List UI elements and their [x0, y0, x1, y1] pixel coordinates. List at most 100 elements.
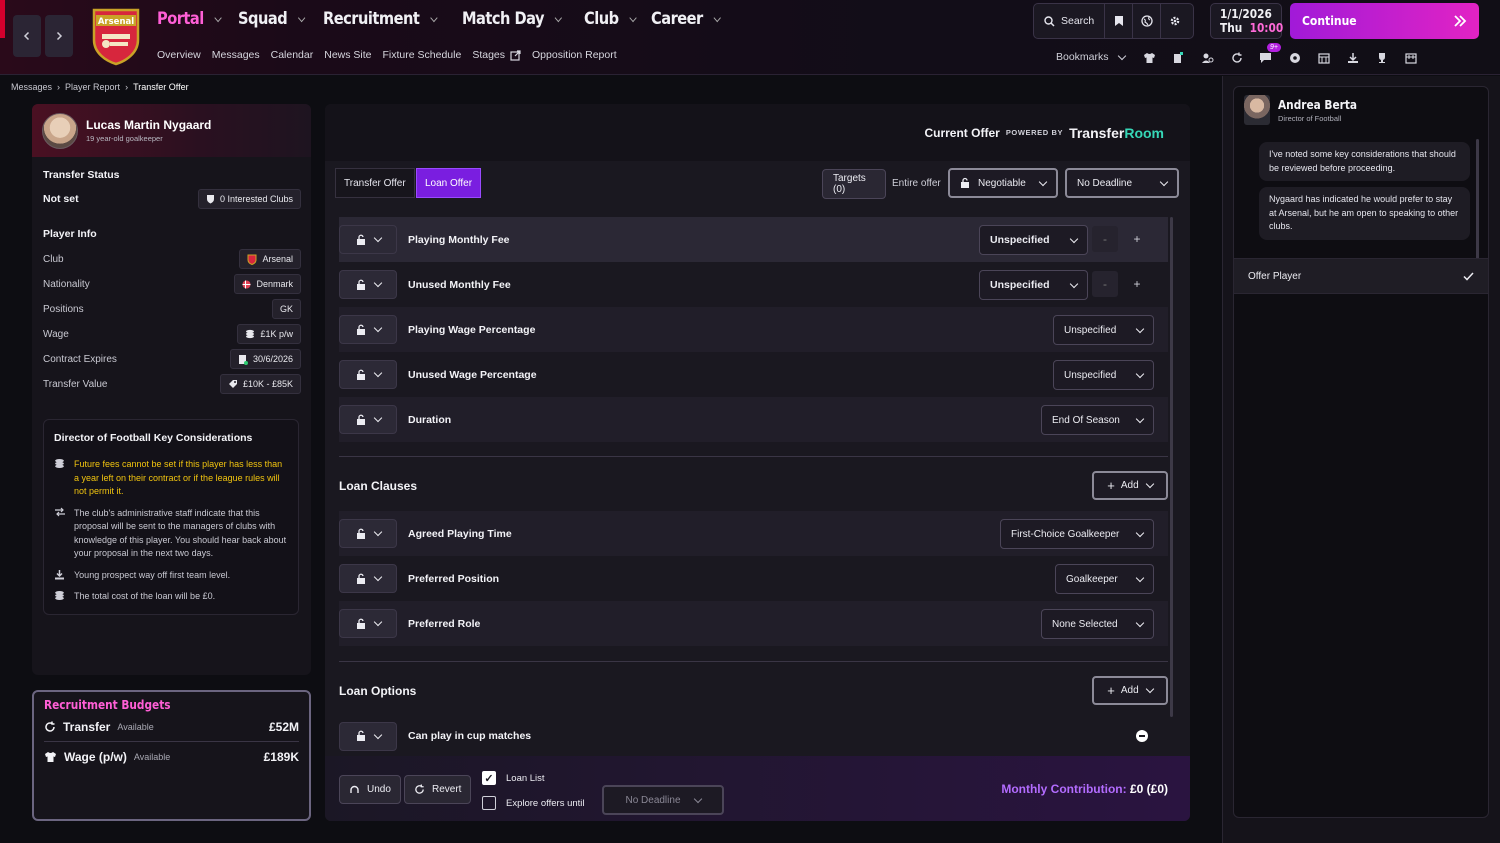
chat-scrollbar[interactable]	[1476, 139, 1479, 269]
recruitment-budgets: Recruitment Budgets Transfer Available £…	[32, 690, 311, 821]
consideration-item: The club's administrative staff indicate…	[54, 507, 288, 561]
shirt-icon[interactable]	[1140, 48, 1159, 67]
lock-toggle[interactable]	[339, 315, 397, 344]
term-label: Unused Wage Percentage	[408, 368, 537, 381]
minus-icon	[1139, 735, 1145, 737]
transfer-status-title-row: Transfer Status	[43, 169, 301, 181]
bookmark-toolbar-button[interactable]	[1105, 4, 1134, 38]
remove-option-button[interactable]	[1136, 730, 1148, 742]
revert-icon	[415, 784, 424, 794]
undo-button[interactable]: Undo	[339, 775, 401, 804]
player-subtitle: 19 year-old goalkeeper	[86, 134, 163, 143]
add-option-button[interactable]: + Add	[1092, 676, 1168, 705]
menu-label: Squad	[238, 9, 288, 29]
day-time: Thu 10:00	[1220, 21, 1283, 35]
clause-value-dropdown[interactable]: First-Choice Goalkeeper	[1000, 519, 1154, 549]
menu-match-day[interactable]: Match Day	[462, 9, 562, 29]
lock-toggle[interactable]	[339, 405, 397, 434]
decrement-button[interactable]: -	[1092, 271, 1118, 297]
lock-toggle[interactable]	[339, 270, 397, 299]
targets-button[interactable]: Targets (0)	[822, 169, 886, 199]
submenu-opposition-report[interactable]: Opposition Report	[532, 49, 617, 61]
term-row-playing-monthly-fee: Playing Monthly Fee Unspecified - +	[339, 217, 1168, 262]
submenu-overview[interactable]: Overview	[157, 49, 201, 61]
loan-list-checkbox[interactable]: ✓	[482, 771, 496, 785]
menu-career[interactable]: Career	[651, 9, 722, 29]
lock-toggle[interactable]	[339, 721, 397, 751]
club-color-edge	[0, 0, 5, 38]
option-label: Can play in cup matches	[408, 730, 532, 742]
explore-deadline-dropdown[interactable]: No Deadline	[602, 785, 724, 815]
transfer-budget-row: Transfer Available £52M	[44, 712, 299, 742]
clause-value-dropdown[interactable]: None Selected	[1041, 609, 1154, 639]
decrement-button[interactable]: -	[1092, 226, 1118, 252]
submenu-stages[interactable]: Stages	[472, 49, 521, 61]
dof-header[interactable]: Andrea Berta Director of Football	[1244, 95, 1368, 125]
lock-toggle[interactable]	[339, 609, 397, 638]
menu-portal[interactable]: Portal	[157, 9, 223, 29]
lock-toggle[interactable]	[339, 564, 397, 593]
increment-button[interactable]: +	[1124, 271, 1150, 297]
staff-icon[interactable]	[1198, 48, 1217, 67]
chevron-down-icon	[693, 794, 702, 803]
explore-offers-checkbox[interactable]	[482, 796, 496, 810]
calendar-icon[interactable]	[1401, 48, 1420, 67]
revert-button[interactable]: Revert	[404, 775, 472, 804]
increment-button[interactable]: +	[1124, 226, 1150, 252]
breadcrumb-messages[interactable]: Messages	[11, 82, 52, 92]
term-value-dropdown[interactable]: End Of Season	[1041, 405, 1154, 435]
player-header[interactable]: Lucas Martin Nygaard 19 year-old goalkee…	[32, 104, 311, 157]
offer-scrollbar[interactable]	[1170, 217, 1173, 717]
term-value-dropdown[interactable]: Unspecified	[979, 225, 1088, 255]
term-value-dropdown[interactable]: Unspecified	[1053, 360, 1154, 390]
add-clause-button[interactable]: + Add	[1092, 471, 1168, 500]
messages-icon[interactable]: 9+	[1256, 43, 1281, 67]
interested-clubs-chip[interactable]: 0 Interested Clubs	[197, 189, 301, 209]
game-date[interactable]: 1/1/2026 Thu 10:00	[1210, 3, 1283, 39]
tab-loan-offer[interactable]: Loan Offer	[416, 168, 482, 198]
deadline-label: No Deadline	[1077, 177, 1133, 189]
menu-club[interactable]: Club	[584, 9, 637, 29]
lock-toggle[interactable]	[339, 225, 397, 254]
offer-player-option[interactable]: Offer Player	[1234, 258, 1488, 294]
deadline-dropdown[interactable]: No Deadline	[1065, 168, 1179, 198]
lock-toggle[interactable]	[339, 519, 397, 548]
club-crest[interactable]: Arsenal	[90, 6, 142, 66]
world-toolbar-button[interactable]	[1133, 4, 1162, 38]
submenu-fixture-schedule[interactable]: Fixture Schedule	[383, 49, 462, 61]
negotiable-label: Negotiable	[978, 177, 1026, 189]
forward-button[interactable]	[45, 15, 73, 57]
submenu-news-site[interactable]: News Site	[324, 49, 371, 61]
submenu-messages[interactable]: Messages	[212, 49, 260, 61]
submenu-calendar[interactable]: Calendar	[271, 49, 314, 61]
refresh-icon[interactable]	[1227, 48, 1246, 67]
globe-icon	[1141, 15, 1153, 27]
chevron-down-icon	[1038, 177, 1048, 186]
consideration-text: The club's administrative staff indicate…	[74, 507, 287, 559]
club-chip[interactable]: Arsenal	[239, 249, 301, 269]
notes-icon[interactable]	[1169, 48, 1188, 67]
search-button[interactable]: Search	[1034, 4, 1106, 38]
budgets-title: Recruitment Budgets	[44, 698, 171, 712]
lock-toggle[interactable]	[339, 360, 397, 389]
term-value-dropdown[interactable]: Unspecified	[1053, 315, 1154, 345]
menu-squad[interactable]: Squad	[238, 9, 306, 29]
term-value-dropdown[interactable]: Unspecified	[979, 270, 1088, 300]
football-icon[interactable]	[1285, 48, 1304, 67]
nationality-chip[interactable]: Denmark	[234, 274, 301, 294]
clause-value-dropdown[interactable]: Goalkeeper	[1055, 564, 1154, 594]
tab-transfer-offer[interactable]: Transfer Offer	[335, 168, 415, 198]
trophy-icon[interactable]	[1372, 48, 1391, 67]
back-button[interactable]	[13, 15, 41, 57]
continue-button[interactable]: Continue	[1290, 3, 1479, 39]
download-icon[interactable]	[1343, 48, 1362, 67]
chevron-down-icon	[373, 278, 382, 288]
negotiable-dropdown[interactable]: Negotiable	[948, 168, 1058, 198]
contract-chip: 30/6/2026	[229, 349, 301, 369]
settings-button[interactable]	[1161, 4, 1189, 38]
clause-label: Preferred Role	[408, 617, 481, 630]
calendar-grid-icon[interactable]	[1314, 48, 1333, 67]
menu-recruitment[interactable]: Recruitment	[323, 9, 438, 29]
bookmarks-dropdown[interactable]: Bookmarks	[1056, 51, 1126, 63]
breadcrumb-player-report[interactable]: Player Report	[65, 82, 120, 92]
